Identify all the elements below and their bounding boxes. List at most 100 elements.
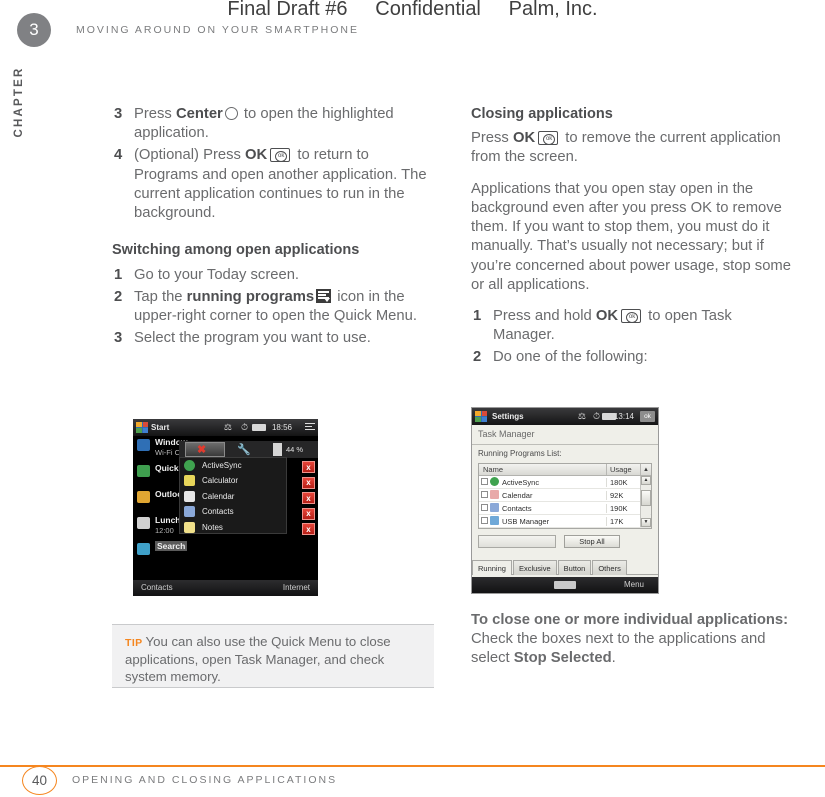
- close-icon[interactable]: x: [302, 461, 315, 473]
- row-title: Search: [155, 541, 188, 551]
- softkey-menu[interactable]: Menu: [624, 580, 644, 589]
- ok-button[interactable]: ok: [640, 411, 655, 422]
- row-checkbox[interactable]: [479, 516, 490, 526]
- tab-bar: Running Exclusive Button Others: [472, 560, 658, 575]
- center-key-icon: [224, 107, 238, 120]
- memory-percent-label: 44 %: [286, 445, 304, 454]
- list-item: 2 Do one of the following:: [471, 348, 795, 367]
- chapter-word-label: CHAPTER: [13, 66, 25, 138]
- row-usage: 92K: [606, 490, 640, 500]
- step-text: Press Center to open the highlighted app…: [134, 105, 436, 143]
- softkey-right[interactable]: Internet: [283, 583, 310, 592]
- scrollbar-up-icon[interactable]: ▲: [640, 464, 651, 475]
- softkey-left[interactable]: Contacts: [141, 583, 173, 592]
- calculator-icon: [184, 475, 195, 487]
- step-number: 2: [473, 349, 482, 366]
- section-heading-closing: Closing applications: [471, 106, 613, 122]
- step-text: Select the program you want to use.: [134, 330, 371, 347]
- table-row[interactable]: USB Manager 17K: [479, 515, 651, 528]
- row-name: USB Manager: [502, 516, 550, 526]
- menu-item[interactable]: Calendar: [180, 489, 286, 504]
- contacts-icon: [490, 502, 502, 514]
- quick-menu-list: ActiveSync Calculator Calendar Contacts …: [179, 457, 287, 534]
- row-checkbox[interactable]: [479, 490, 490, 500]
- screenshot-quick-menu: Start ⚖ ⏱ 18:56 Window Wi-Fi C QuickS Ou…: [133, 419, 318, 596]
- column-header-name: Name: [483, 465, 504, 474]
- row-icon: [137, 491, 150, 503]
- windows-start-icon: [475, 411, 487, 422]
- row-name: ActiveSync: [502, 477, 540, 487]
- step-number: 1: [473, 308, 482, 324]
- programs-table: Name Usage ▲ ActiveSync 180K Calendar 92…: [478, 463, 652, 529]
- stop-all-button[interactable]: Stop All: [564, 535, 620, 548]
- titlebar-label: Settings: [492, 412, 524, 421]
- task-manager-body: Task Manager Running Programs List: Name…: [472, 425, 658, 577]
- device-status-bar: Settings ⚖ ⏱ 13:14 ok: [472, 408, 658, 425]
- draft-watermark-header: Final Draft #6 Confidential Palm, Inc.: [227, 0, 598, 20]
- menu-item[interactable]: Calculator: [180, 473, 286, 488]
- table-row[interactable]: Contacts 190K: [479, 502, 651, 515]
- table-header-row: Name Usage ▲: [479, 464, 651, 476]
- running-programs-icon: [316, 288, 332, 303]
- page-title: Task Manager: [478, 429, 535, 439]
- right-column: Closing applications Press OK ok to remov…: [471, 105, 795, 371]
- tab-exclusive[interactable]: Exclusive: [512, 560, 557, 575]
- body-paragraph: Applications that you open stay open in …: [471, 180, 791, 293]
- step-text-a: (Optional) Press: [134, 147, 246, 164]
- table-scrollbar[interactable]: ▲ ▼: [640, 476, 651, 527]
- intro-text-a: Press: [471, 130, 513, 147]
- tab-others[interactable]: Others: [592, 560, 627, 575]
- menu-item[interactable]: Contacts: [180, 504, 286, 519]
- close-icon[interactable]: x: [302, 492, 315, 504]
- close-icon[interactable]: x: [302, 507, 315, 520]
- tab-button[interactable]: Button: [557, 560, 592, 575]
- column-header-usage: Usage: [606, 464, 640, 475]
- closing-note-text-b: .: [611, 650, 616, 667]
- row-name: Calendar: [502, 490, 533, 500]
- page-number-badge: 40: [22, 766, 57, 795]
- closing-note-bold-a: To close one or more individual applicat…: [471, 612, 789, 628]
- table-row[interactable]: ActiveSync 180K: [479, 476, 651, 489]
- menu-item[interactable]: ActiveSync: [180, 458, 286, 473]
- calendar-icon: [184, 490, 195, 502]
- row-checkbox[interactable]: [479, 503, 490, 513]
- row-icon: [137, 543, 150, 555]
- list-item: 1 Press and hold OK ok to open Task Manag…: [471, 307, 795, 345]
- clock-label: 13:14: [613, 412, 634, 421]
- close-icon[interactable]: x: [302, 476, 315, 489]
- device-soft-key-bar: Contacts Internet: [133, 580, 318, 596]
- tab-running[interactable]: Running: [472, 560, 512, 575]
- step-number: 4: [114, 147, 123, 164]
- status-field: [478, 535, 556, 548]
- scroll-up-icon[interactable]: ▲: [641, 476, 651, 485]
- scroll-thumb[interactable]: [641, 490, 651, 506]
- divider: [472, 444, 658, 445]
- closing-note: To close one or more individual applicat…: [471, 611, 795, 669]
- list-item: 3 Select the program you want to use.: [112, 329, 436, 348]
- row-icon: [137, 439, 150, 451]
- list-label: Running Programs List:: [478, 449, 562, 458]
- scroll-down-icon[interactable]: ▼: [641, 518, 651, 527]
- step-text-a: Press and hold: [493, 308, 596, 324]
- step-text-a: Tap the: [134, 288, 187, 305]
- menu-item[interactable]: Notes: [180, 520, 286, 535]
- table-row[interactable]: Calendar 92K: [479, 489, 651, 502]
- menu-item-label: Calendar: [202, 491, 235, 501]
- step-text: Do one of the following:: [493, 349, 648, 366]
- step-text: Press and hold OK ok to open Task Manager…: [493, 307, 795, 345]
- menu-item-label: Contacts: [202, 507, 234, 517]
- intro-paragraph: Press OK ok to remove the current applica…: [471, 129, 795, 167]
- wrench-icon[interactable]: 🔧: [237, 443, 251, 456]
- row-usage: 17K: [606, 516, 640, 526]
- notes-icon: [184, 521, 195, 533]
- menu-item-label: ActiveSync: [202, 461, 242, 470]
- clock-label: 18:56: [271, 423, 292, 432]
- row-usage: 180K: [606, 477, 640, 487]
- row-checkbox[interactable]: [479, 477, 490, 487]
- step-bold-a: Center: [175, 106, 223, 122]
- memory-icon: [273, 443, 282, 456]
- close-icon[interactable]: x: [302, 523, 315, 535]
- page-root: Final Draft #6 Confidential Palm, Inc. 3…: [0, 0, 825, 797]
- keyboard-icon[interactable]: [554, 581, 576, 589]
- intro-bold-a: OK: [512, 130, 536, 147]
